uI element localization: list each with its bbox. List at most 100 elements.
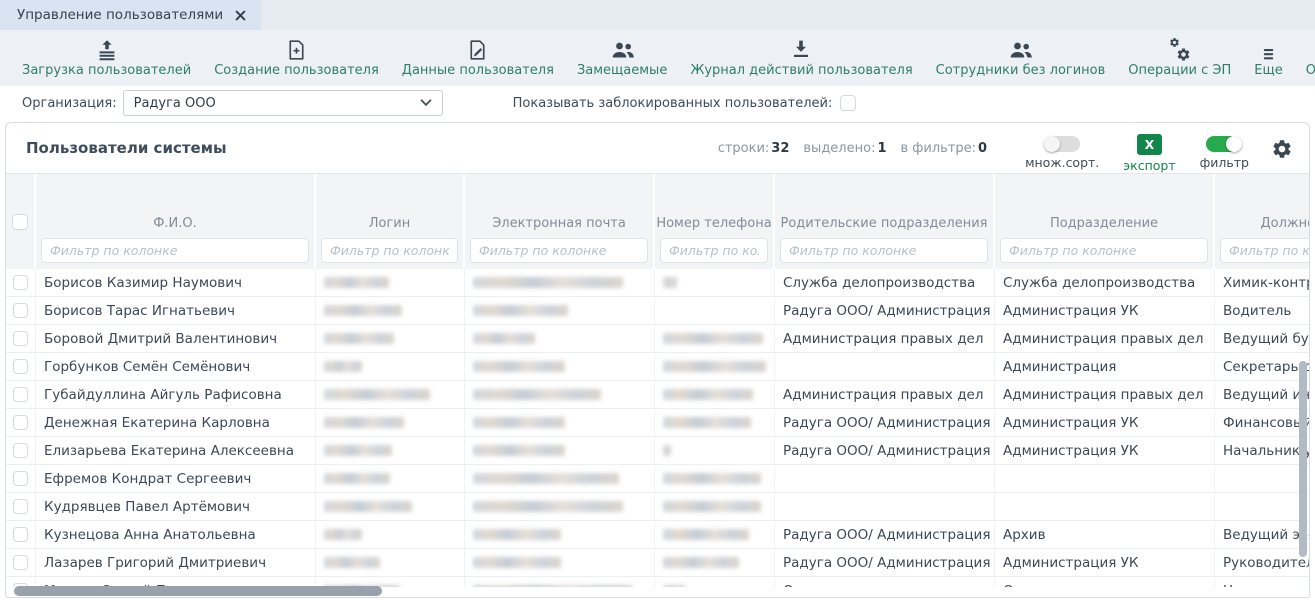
toolbar-button-label: Загрузка пользователей (22, 63, 191, 78)
column-header-2[interactable]: Электронная почта (465, 174, 655, 269)
cell-email (465, 549, 655, 576)
row-checkbox-cell (6, 381, 36, 408)
show-blocked-checkbox[interactable] (840, 95, 856, 111)
redacted-value (324, 305, 402, 316)
toolbar-button-create-user[interactable]: Создание пользователя (214, 37, 379, 78)
toolbar: Загрузка пользователей Создание пользоват… (0, 30, 1315, 86)
chevron-down-icon (420, 96, 432, 111)
row-checkbox[interactable] (13, 527, 28, 542)
toolbar-button-label: Сотрудники без логинов (936, 63, 1106, 78)
cell-phone (655, 269, 775, 296)
tab-close-icon[interactable] (235, 10, 246, 21)
table-row[interactable]: Елизарьева Екатерина АлексеевнаРадуга ОО… (6, 437, 1309, 465)
toolbar-button-label: Данные пользователя (402, 63, 554, 78)
organization-select[interactable]: Радуга ООО (123, 90, 443, 116)
table-row[interactable]: Горбунков Семён СемёновичАдминистрацияСе… (6, 353, 1309, 381)
toolbar-button-label: Операции с ЭП (1128, 63, 1231, 78)
cell-position: Ведущий бух (1215, 325, 1309, 352)
redacted-value (324, 333, 394, 344)
cell-email (465, 325, 655, 352)
toolbar-button-user-data[interactable]: Данные пользователя (402, 37, 554, 78)
cell-position: Химик-контр (1215, 269, 1309, 296)
row-checkbox[interactable] (13, 387, 28, 402)
selected-counter: выделено:1 (803, 141, 886, 156)
table-row[interactable]: Лазарев Григорий ДмитриевичРадуга ООО/ А… (6, 549, 1309, 577)
table-row[interactable]: Кузнецова Анна АнатольевнаРадуга ООО/ Ад… (6, 521, 1309, 549)
column-header-6[interactable]: Должность (1215, 174, 1310, 269)
toolbar-button-user-action-log[interactable]: Журнал действий пользователя (690, 37, 912, 78)
cell-fio: Ефремов Кондрат Сергеевич (36, 465, 316, 492)
multisort-toggle[interactable] (1044, 136, 1080, 152)
redacted-value (663, 361, 766, 372)
cell-fio: Губайдуллина Айгуль Рафисовна (36, 381, 316, 408)
column-filter-input[interactable] (1000, 238, 1208, 263)
redacted-value (663, 501, 761, 512)
row-checkbox[interactable] (13, 443, 28, 458)
table-header: Ф.И.О.ЛогинЭлектронная почтаНомер телефо… (6, 173, 1309, 269)
column-header-3[interactable]: Номер телефона (655, 174, 775, 269)
row-checkbox[interactable] (13, 471, 28, 486)
cell-phone (655, 493, 775, 520)
redacted-value (473, 445, 565, 456)
column-header-1[interactable]: Логин (316, 174, 465, 269)
tab-user-management[interactable]: Управление пользователями (0, 0, 261, 30)
cell-phone (655, 353, 775, 380)
settings-gear-icon[interactable] (1271, 138, 1293, 164)
select-all-checkbox[interactable] (12, 214, 28, 230)
vertical-scrollbar[interactable] (1299, 361, 1307, 557)
cell-email (465, 269, 655, 296)
column-header-5[interactable]: Подразделение (995, 174, 1215, 269)
toolbar-button-staff-no-login[interactable]: Сотрудники без логинов (936, 37, 1106, 78)
row-checkbox[interactable] (13, 359, 28, 374)
row-checkbox[interactable] (13, 331, 28, 346)
cell-parent-dept: Радуга ООО/ Администрация УК (775, 549, 995, 576)
refresh-button[interactable]: Обновить (1306, 37, 1315, 78)
table-row[interactable]: Губайдуллина Айгуль РафисовнаАдминистрац… (6, 381, 1309, 409)
toolbar-button-substitutes[interactable]: Замещаемые (577, 37, 667, 78)
column-header-4[interactable]: Родительские подразделения (775, 174, 995, 269)
table-row[interactable]: Борисов Казимир НаумовичСлужба делопроиз… (6, 269, 1309, 297)
column-filter-input[interactable] (470, 238, 648, 263)
redacted-value (663, 333, 763, 344)
row-checkbox-cell (6, 465, 36, 492)
table-row[interactable]: Боровой Дмитрий ВалентиновичАдминистраци… (6, 325, 1309, 353)
cell-parent-dept (775, 353, 995, 380)
redacted-value (473, 557, 561, 568)
rows-counter: строки:32 (718, 141, 790, 156)
toolbar-button-more[interactable]: Еще (1254, 37, 1282, 78)
table-row[interactable]: Денежная Екатерина КарловнаРадуга ООО/ А… (6, 409, 1309, 437)
row-checkbox[interactable] (13, 415, 28, 430)
row-checkbox[interactable] (13, 275, 28, 290)
column-title: Номер телефона (655, 216, 773, 231)
horizontal-scrollbar[interactable] (14, 586, 382, 596)
cell-dept: Администрация УК (995, 437, 1215, 464)
row-checkbox[interactable] (13, 303, 28, 318)
export-control: X экспорт (1123, 134, 1175, 173)
row-checkbox-cell (6, 269, 36, 296)
cell-position: Ведущий инж (1215, 381, 1309, 408)
row-checkbox[interactable] (13, 555, 28, 570)
cell-phone (655, 381, 775, 408)
table-row[interactable]: Ефремов Кондрат Сергеевич (6, 465, 1309, 493)
redacted-value (473, 417, 565, 428)
export-button[interactable]: X (1137, 134, 1162, 155)
cell-login (316, 325, 465, 352)
cell-phone (655, 297, 775, 324)
column-filter-input[interactable] (660, 238, 768, 263)
filter-toggle[interactable] (1206, 136, 1242, 152)
column-filter-input[interactable] (1220, 238, 1310, 263)
column-filter-input[interactable] (321, 238, 458, 263)
column-filter-input[interactable] (780, 238, 988, 263)
tab-bar: Управление пользователями (0, 0, 1315, 30)
table-row[interactable]: Борисов Тарас ИгнатьевичРадуга ООО/ Адми… (6, 297, 1309, 325)
filter-bar: Организация: Радуга ООО Показывать забло… (0, 86, 1315, 120)
column-header-0[interactable]: Ф.И.О. (36, 174, 316, 269)
row-checkbox-cell (6, 493, 36, 520)
column-filter-input[interactable] (41, 238, 309, 263)
column-title: Подразделение (995, 216, 1213, 231)
toolbar-button-upload-users[interactable]: Загрузка пользователей (22, 37, 191, 78)
table-row[interactable]: Кудрявцев Павел Артёмович (6, 493, 1309, 521)
row-checkbox[interactable] (13, 499, 28, 514)
toolbar-button-ep-operations[interactable]: Операции с ЭП (1128, 37, 1231, 78)
cell-login (316, 353, 465, 380)
